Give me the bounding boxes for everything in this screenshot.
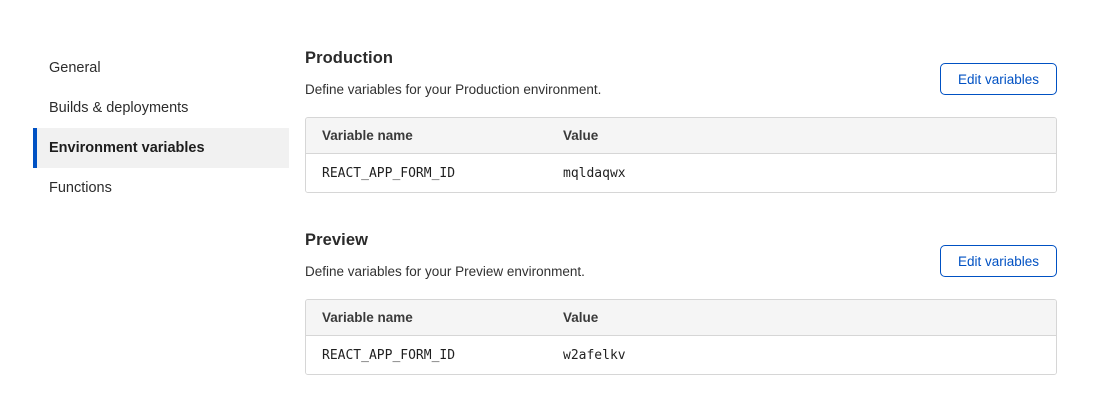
column-header-value: Value [547, 300, 1056, 336]
preview-variables-table: Variable name Value REACT_APP_FORM_ID w2… [305, 299, 1057, 375]
variable-value-cell: w2afelkv [547, 336, 1056, 374]
variable-name-cell: REACT_APP_FORM_ID [306, 154, 547, 192]
table-header-row: Variable name Value [306, 300, 1056, 336]
section-title: Production [305, 49, 601, 68]
preview-section-header: Preview Define variables for your Previe… [305, 231, 1057, 279]
table-header-row: Variable name Value [306, 118, 1056, 154]
environment-variables-content: Production Define variables for your Pro… [305, 0, 1057, 420]
production-section: Production Define variables for your Pro… [305, 49, 1057, 193]
column-header-value: Value [547, 118, 1056, 154]
production-section-text: Production Define variables for your Pro… [305, 49, 601, 97]
sidebar-item-builds-deployments[interactable]: Builds & deployments [33, 88, 289, 128]
table-row: REACT_APP_FORM_ID w2afelkv [306, 336, 1056, 374]
table-row: REACT_APP_FORM_ID mqldaqwx [306, 154, 1056, 192]
section-description: Define variables for your Preview enviro… [305, 264, 585, 279]
sidebar-item-label: General [49, 60, 101, 76]
sidebar-item-environment-variables[interactable]: Environment variables [33, 128, 289, 168]
settings-page: General Builds & deployments Environment… [0, 0, 1100, 420]
variable-value-cell: mqldaqwx [547, 154, 1056, 192]
sidebar-item-functions[interactable]: Functions [33, 168, 289, 208]
production-section-header: Production Define variables for your Pro… [305, 49, 1057, 97]
preview-section-text: Preview Define variables for your Previe… [305, 231, 585, 279]
production-variables-table: Variable name Value REACT_APP_FORM_ID mq… [305, 117, 1057, 193]
sidebar-item-general[interactable]: General [33, 48, 289, 88]
edit-variables-button-preview[interactable]: Edit variables [940, 245, 1057, 277]
preview-section: Preview Define variables for your Previe… [305, 231, 1057, 375]
sidebar-item-label: Builds & deployments [49, 100, 188, 116]
variable-name-cell: REACT_APP_FORM_ID [306, 336, 547, 374]
section-description: Define variables for your Production env… [305, 82, 601, 97]
settings-sidebar: General Builds & deployments Environment… [0, 0, 289, 420]
sidebar-item-label: Functions [49, 180, 112, 196]
edit-variables-button-production[interactable]: Edit variables [940, 63, 1057, 95]
sidebar-item-label: Environment variables [49, 140, 205, 156]
column-header-variable-name: Variable name [306, 300, 547, 336]
section-title: Preview [305, 231, 585, 250]
column-header-variable-name: Variable name [306, 118, 547, 154]
